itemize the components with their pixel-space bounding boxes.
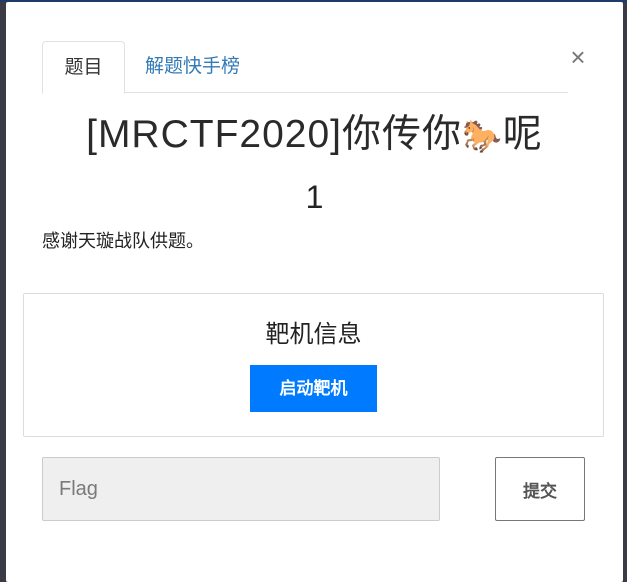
close-icon[interactable]: ×	[566, 42, 590, 72]
challenge-modal: 题目 解题快手榜 × [MRCTF2020]你传你🐎呢 1 感谢天璇战队供题。 …	[6, 2, 623, 582]
challenge-title-suffix: 呢	[502, 113, 543, 156]
target-info-panel: 靶机信息 启动靶机	[23, 293, 604, 437]
start-target-button[interactable]: 启动靶机	[250, 365, 377, 412]
challenge-description: 感谢天璇战队供题。	[42, 231, 204, 251]
challenge-title: [MRCTF2020]你传你🐎呢	[26, 110, 603, 161]
flag-input[interactable]	[42, 457, 440, 521]
tab-solves[interactable]: 解题快手榜	[125, 41, 260, 94]
modal-tabs: 题目 解题快手榜	[42, 41, 568, 94]
challenge-score: 1	[305, 179, 324, 215]
target-info-heading: 靶机信息	[265, 321, 362, 348]
submit-button[interactable]: 提交	[495, 457, 585, 521]
challenge-title-prefix: [MRCTF2020]你传你	[86, 113, 463, 156]
tab-challenge[interactable]: 题目	[42, 41, 125, 94]
horse-emoji-icon: 🐎	[462, 118, 503, 154]
